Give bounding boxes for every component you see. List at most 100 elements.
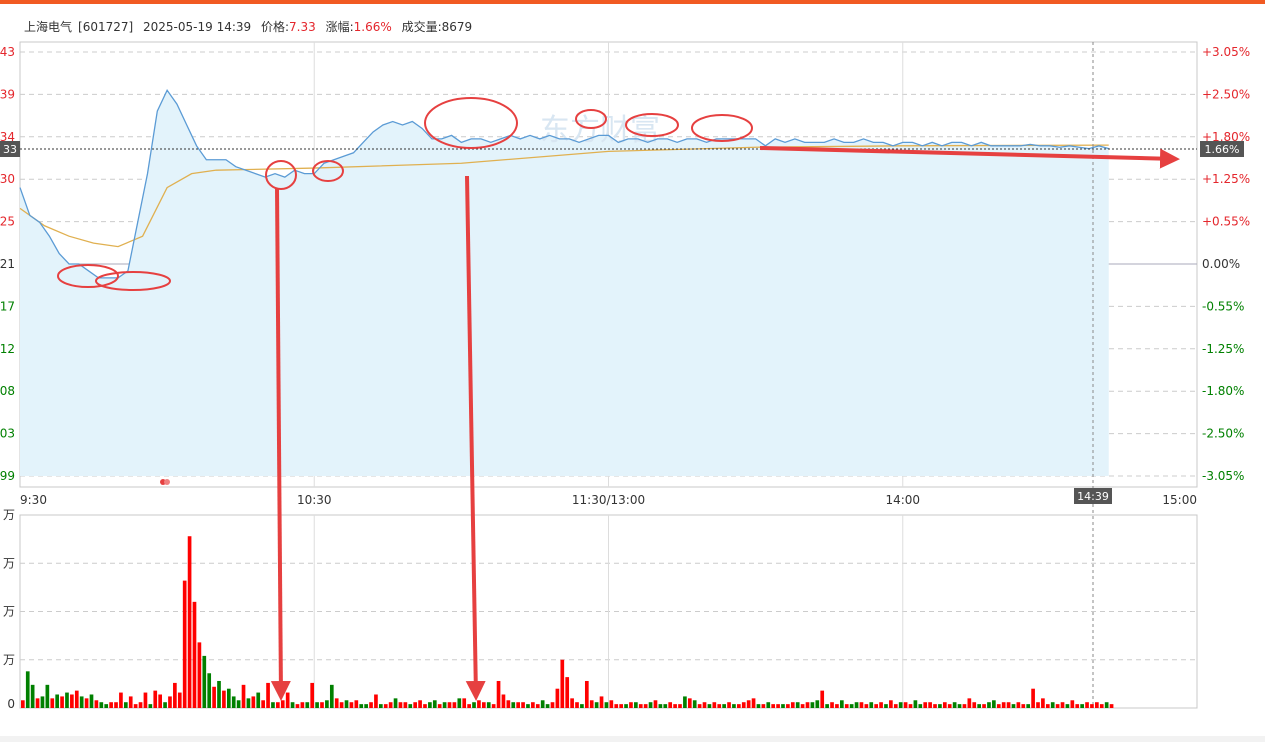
volume-bar	[874, 704, 879, 708]
volume-bar	[947, 704, 952, 708]
y-tick-left: 21	[0, 257, 15, 271]
y-tick-left: 12	[0, 342, 15, 356]
volume-bar	[884, 704, 888, 708]
volume-bar	[952, 702, 957, 708]
volume-bar	[1060, 702, 1065, 708]
volume-bar	[756, 704, 761, 708]
volume-bar	[388, 702, 393, 708]
volume-bar	[222, 690, 226, 708]
volume-bar	[1021, 704, 1026, 708]
volume-bar	[604, 702, 609, 708]
volume-bar	[1080, 704, 1084, 708]
volume-bar	[1016, 702, 1021, 708]
volume-bar	[678, 704, 682, 708]
y-tick-right: +2.50%	[1202, 87, 1250, 101]
volume-bar	[359, 704, 364, 708]
volume-bar	[99, 702, 104, 708]
volume-y-tick: 0	[7, 697, 15, 711]
volume-bar	[820, 690, 825, 708]
volume-bar	[447, 702, 452, 708]
volume-bar	[315, 702, 319, 708]
volume-bar	[285, 692, 290, 708]
volume-bar	[697, 704, 702, 708]
volume-bar	[320, 702, 324, 708]
volume-bar	[70, 694, 74, 708]
x-tick: 11:30/13:00	[572, 493, 645, 507]
volume-bar	[673, 704, 677, 708]
volume-bar	[1045, 704, 1050, 708]
intraday-chart[interactable]: 东方财富 4339343025211712080399 +3.05%+2.50%…	[0, 0, 1265, 742]
y-tick-right: -1.80%	[1202, 384, 1244, 398]
y-tick-right: +3.05%	[1202, 45, 1250, 59]
volume-bar	[722, 704, 726, 708]
y-tick-left: 08	[0, 384, 15, 398]
volume-bar	[1011, 704, 1016, 708]
volume-bar	[30, 684, 35, 708]
volume-bar	[844, 704, 849, 708]
y-tick-right: -1.25%	[1202, 342, 1244, 356]
volume-bar	[1041, 698, 1045, 708]
x-tick: 10:30	[297, 493, 332, 507]
volume-bar	[369, 702, 373, 708]
volume-bar	[21, 700, 25, 708]
volume-bar	[629, 702, 633, 708]
volume-bar	[741, 702, 746, 708]
volume-bar	[138, 702, 143, 708]
volume-bar	[334, 698, 339, 708]
volume-bar	[923, 702, 928, 708]
volume-bar	[295, 704, 300, 708]
volume-bar	[236, 700, 241, 708]
volume-bar	[65, 692, 69, 708]
volume-bar	[383, 704, 388, 708]
volume-bar	[702, 702, 707, 708]
volume-bar	[511, 702, 516, 708]
volume-bar	[148, 704, 153, 708]
volume-bar	[526, 704, 530, 708]
y-tick-left: 17	[0, 299, 15, 313]
volume-bar	[957, 704, 962, 708]
volume-bar	[276, 702, 280, 708]
y-tick-left: 30	[0, 172, 15, 186]
volume-bar	[1065, 704, 1070, 708]
volume-bar	[570, 698, 574, 708]
volume-bar	[310, 682, 315, 708]
volume-bar	[521, 702, 525, 708]
volume-bar	[393, 698, 398, 708]
volume-bar	[565, 677, 570, 708]
volume-bar	[187, 536, 192, 708]
volume-bar	[501, 694, 506, 708]
y-tick-right: -2.50%	[1202, 427, 1244, 441]
watermark: 东方财富	[540, 113, 660, 148]
volume-bar	[114, 702, 118, 708]
volume-bar	[1026, 704, 1031, 708]
volume-bar	[432, 700, 437, 708]
volume-bar	[790, 702, 795, 708]
volume-bar	[1075, 704, 1080, 708]
volume-bar	[540, 700, 545, 708]
volume-bar	[491, 704, 496, 708]
volume-bar	[560, 659, 565, 708]
y-tick-left: 99	[0, 469, 15, 483]
volume-bar	[74, 690, 79, 708]
volume-bar	[805, 702, 810, 708]
volume-bar	[879, 702, 883, 708]
volume-bar	[1090, 704, 1094, 708]
y-tick-left: 39	[0, 87, 15, 101]
volume-y-tick: 万	[3, 653, 15, 667]
volume-bar	[771, 704, 776, 708]
volume-bar	[624, 704, 628, 708]
volume-bar	[364, 704, 368, 708]
volume-bar	[379, 704, 383, 708]
volume-bar	[913, 700, 918, 708]
volume-bar	[173, 682, 177, 708]
volume-bar	[737, 704, 741, 708]
volume-bar	[766, 702, 771, 708]
volume-bar	[800, 704, 805, 708]
volume-bar	[437, 704, 442, 708]
y-tick-right: -0.55%	[1202, 299, 1244, 313]
event-marker[interactable]	[164, 479, 170, 485]
volume-bar	[717, 704, 722, 708]
volume-bar	[231, 696, 236, 708]
volume-bar	[452, 702, 457, 708]
volume-bar	[104, 704, 109, 708]
